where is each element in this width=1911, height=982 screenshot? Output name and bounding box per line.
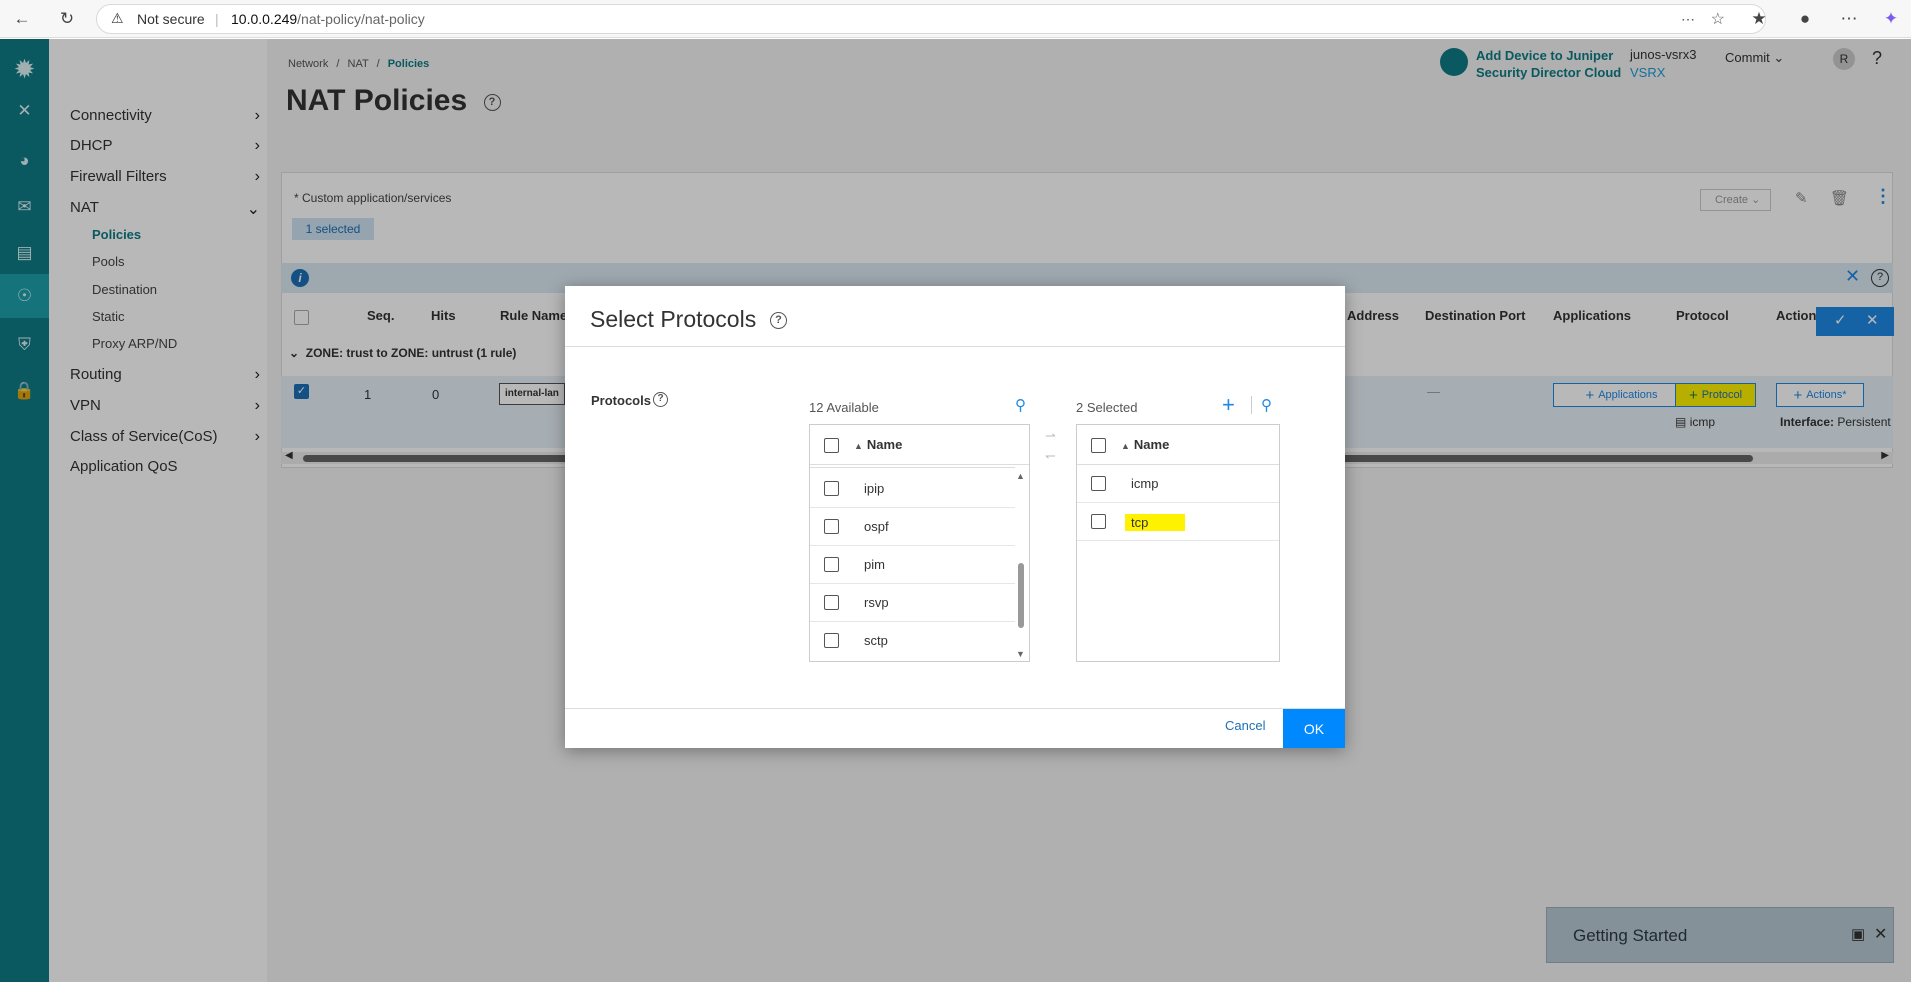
url-host: 10.0.0.249 [231, 11, 298, 27]
scroll-up-icon[interactable]: ▲ [1016, 471, 1025, 481]
name-column-header[interactable]: ▲ Name [854, 437, 902, 452]
reload-icon[interactable]: ↻ [56, 8, 78, 30]
copilot-icon[interactable]: ✦ [1880, 8, 1902, 30]
item-checkbox[interactable] [824, 595, 839, 610]
name-column-header[interactable]: ▲ Name [1121, 437, 1169, 452]
scrollbar-thumb[interactable] [1018, 563, 1024, 628]
item-checkbox[interactable] [1091, 476, 1106, 491]
selected-select-all-checkbox[interactable] [1091, 438, 1106, 453]
dialog-divider [565, 346, 1345, 347]
security-label: Not secure [137, 11, 205, 27]
vertical-scrollbar[interactable]: ▲ ▼ [1015, 471, 1027, 661]
move-right-icon[interactable]: ⇀ [1045, 428, 1056, 444]
list-divider [810, 465, 1015, 468]
divider [1251, 396, 1252, 414]
list-item[interactable]: icmp [1077, 465, 1279, 503]
item-checkbox[interactable] [824, 519, 839, 534]
search-icon[interactable]: ⚲ [1261, 396, 1272, 414]
available-count: 12 Available [809, 400, 879, 415]
item-label: tcp [1125, 514, 1185, 531]
move-left-icon[interactable]: ↽ [1045, 448, 1056, 464]
reader-icon[interactable]: ⋯ [1681, 11, 1695, 28]
item-checkbox[interactable] [824, 481, 839, 496]
url-path: /nat-policy/nat-policy [297, 11, 425, 27]
search-icon[interactable]: ⚲ [1015, 396, 1026, 414]
item-checkbox[interactable] [1091, 514, 1106, 529]
scroll-down-icon[interactable]: ▼ [1016, 649, 1025, 659]
list-item[interactable]: sctp [810, 622, 1015, 660]
list-item[interactable]: tcp [1077, 503, 1279, 541]
available-select-all-checkbox[interactable] [824, 438, 839, 453]
ok-button[interactable]: OK [1283, 709, 1345, 748]
item-label: sctp [864, 633, 888, 648]
name-header-text: Name [1133, 437, 1170, 452]
more-icon[interactable]: ⋯ [1838, 8, 1860, 30]
list-item[interactable]: ospf [810, 508, 1015, 546]
list-item[interactable]: rsvp [810, 584, 1015, 622]
available-list: ▲ Name ipip ospf pim rsvp sctp ▲ ▼ [809, 424, 1030, 662]
help-icon[interactable]: ? [653, 392, 668, 407]
item-label: pim [864, 557, 885, 572]
address-bar[interactable]: ⚠ Not secure | 10.0.0.249/nat-policy/nat… [96, 4, 1766, 34]
selected-list: ▲ Name icmp tcp [1076, 424, 1280, 662]
add-icon[interactable]: + [1222, 392, 1235, 418]
back-icon[interactable]: ← [11, 8, 33, 30]
sort-asc-icon: ▲ [854, 441, 863, 451]
cancel-button[interactable]: Cancel [1225, 718, 1265, 733]
profile-icon[interactable]: ● [1794, 8, 1816, 30]
sort-asc-icon: ▲ [1121, 441, 1130, 451]
list-item[interactable]: ipip [810, 470, 1015, 508]
item-checkbox[interactable] [824, 633, 839, 648]
url-text: 10.0.0.249/nat-policy/nat-policy [231, 11, 425, 27]
name-header-text: Name [866, 437, 903, 452]
item-label: rsvp [864, 595, 889, 610]
favorites-icon[interactable]: ★ [1748, 8, 1770, 30]
favorite-star-icon[interactable]: ☆ [1711, 9, 1725, 29]
url-separator: | [215, 11, 219, 27]
select-protocols-dialog: Select Protocols ? Protocols ? 12 Availa… [565, 286, 1345, 748]
item-label: ipip [864, 481, 885, 496]
selected-list-header: ▲ Name [1077, 425, 1279, 465]
protocols-label: Protocols [591, 393, 651, 408]
available-list-header: ▲ Name [810, 425, 1029, 465]
list-item[interactable]: pim [810, 546, 1015, 584]
item-label: icmp [1131, 476, 1159, 491]
warning-icon: ⚠ [111, 10, 124, 26]
browser-toolbar: ← ↻ ⚠ Not secure | 10.0.0.249/nat-policy… [0, 0, 1911, 38]
item-label: ospf [864, 519, 889, 534]
help-icon[interactable]: ? [770, 312, 787, 329]
dialog-footer-divider [565, 708, 1345, 709]
selected-count: 2 Selected [1076, 400, 1138, 415]
dialog-title: Select Protocols [590, 306, 757, 332]
item-checkbox[interactable] [824, 557, 839, 572]
